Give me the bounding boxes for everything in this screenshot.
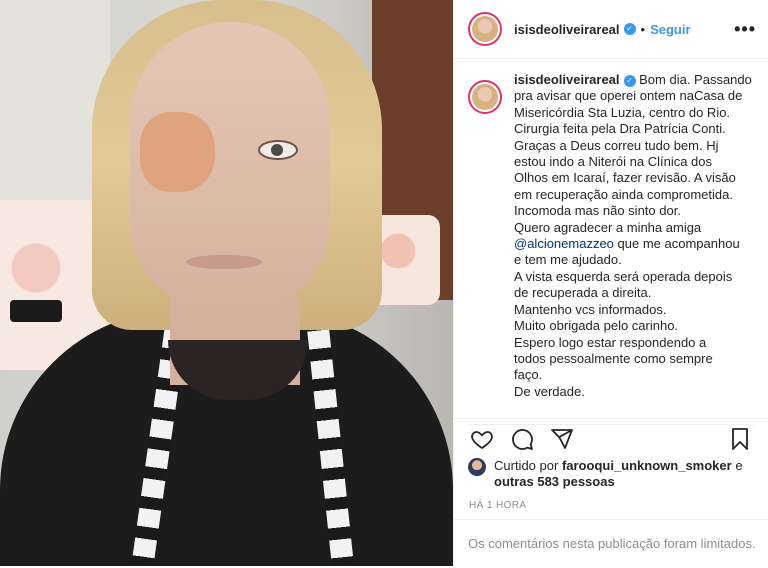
caption-line: que me acompanhou xyxy=(613,236,740,252)
more-options-icon[interactable]: ••• xyxy=(734,19,756,40)
comment-icon[interactable] xyxy=(508,425,536,453)
caption-line: e tem me ajudado. xyxy=(514,252,622,268)
post-timestamp[interactable]: HÁ 1 HORA xyxy=(469,500,527,511)
likes-text: Curtido por farooqui_unknown_smoker e ou… xyxy=(494,458,743,490)
caption-avatar[interactable] xyxy=(468,80,502,114)
mention-link[interactable]: @alcionemazzeo xyxy=(514,236,614,251)
likes-joiner: e xyxy=(735,458,743,473)
liker-username[interactable]: farooqui_unknown_smoker xyxy=(562,458,732,473)
caption-line: A vista esquerda será operada depois xyxy=(514,268,733,284)
follow-button[interactable]: Seguir xyxy=(650,22,690,37)
instagram-post: isisdeoliveirareal ✓ • Seguir ••• isisde… xyxy=(0,0,768,566)
bookmark-icon[interactable] xyxy=(726,425,754,453)
caption-line: Graças a Deus correu tudo bem. Hj xyxy=(514,137,719,153)
caption-line: Olhos em Icaraí, fazer revisão. A visão xyxy=(514,170,736,186)
comments-limited-notice: Os comentários nesta publicação foram li… xyxy=(454,519,768,566)
caption-line: de recuperada a direita. xyxy=(514,285,652,301)
caption-line: em recuperação ainda comprometida. xyxy=(514,186,733,202)
photo-eye xyxy=(258,140,298,160)
caption-text: isisdeoliveirareal ✓ Bom dia. Passando pr… xyxy=(514,72,752,416)
separator-dot: • xyxy=(640,21,646,37)
caption-line: Cirurgia feita pela Dra Patrícia Conti. xyxy=(514,121,726,137)
photo-phone xyxy=(10,300,62,322)
caption-line: Muito obrigada pelo carinho. xyxy=(514,318,679,334)
photo-mouth xyxy=(186,255,262,269)
caption-line: Mantenho vcs informados. xyxy=(514,301,667,317)
caption-line: Misericórdia Sta Luzia, centro do Rio. xyxy=(514,104,731,120)
divider xyxy=(454,418,768,419)
post-side-panel: isisdeoliveirareal ✓ • Seguir ••• isisde… xyxy=(453,0,768,566)
verified-badge-icon: ✓ xyxy=(623,23,636,35)
caption-line: Quero agradecer a minha amiga xyxy=(514,219,702,235)
caption-line: faço. xyxy=(514,367,543,383)
caption-line: De verdade. xyxy=(514,383,585,399)
caption-line: Bom dia. Passando xyxy=(639,72,752,87)
share-icon[interactable] xyxy=(548,425,576,453)
action-bar xyxy=(468,424,754,453)
caption-line: pra avisar que operei ontem naCasa de xyxy=(514,88,743,104)
heart-icon[interactable] xyxy=(468,425,496,453)
caption-line: Incomoda mas não sinto dor. xyxy=(514,203,681,219)
verified-badge-icon: ✓ xyxy=(623,75,636,87)
caption-line: Espero logo estar respondendo a xyxy=(514,334,707,350)
author-avatar[interactable] xyxy=(468,12,502,46)
post-photo[interactable] xyxy=(0,0,453,566)
caption-line: estou indo a Niterói na Clínica dos xyxy=(514,154,713,170)
liker-avatar[interactable] xyxy=(468,458,486,476)
caption-username[interactable]: isisdeoliveirareal xyxy=(514,72,620,87)
author-username[interactable]: isisdeoliveirareal xyxy=(514,22,620,37)
caption: isisdeoliveirareal ✓ Bom dia. Passando pr… xyxy=(454,72,768,416)
photo-eye-patch xyxy=(140,112,215,192)
caption-line: todos pessoalmente como sempre xyxy=(514,350,713,366)
likes-others[interactable]: outras 583 pessoas xyxy=(494,474,615,489)
likes-prefix: Curtido por xyxy=(494,458,559,473)
likes-summary: Curtido por farooqui_unknown_smoker e ou… xyxy=(468,458,758,490)
post-header: isisdeoliveirareal ✓ • Seguir ••• xyxy=(454,0,768,59)
